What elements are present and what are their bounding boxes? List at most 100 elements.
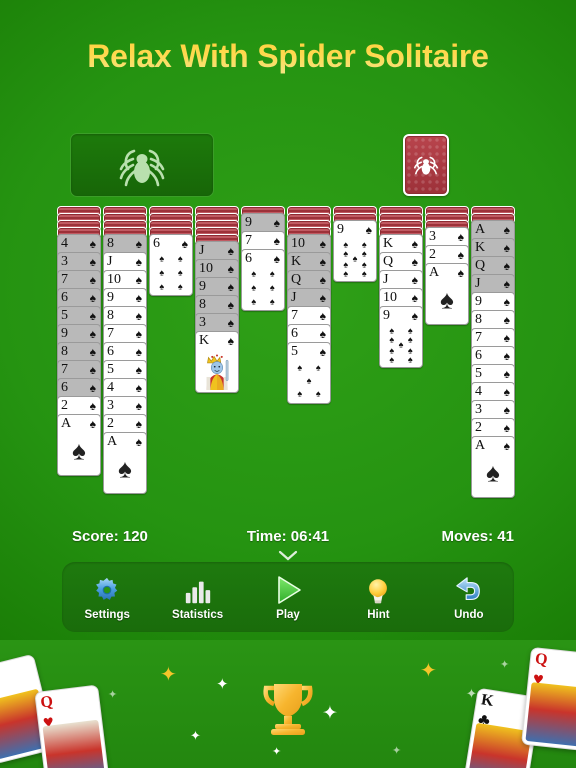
card-suit-icon: ♠ [135,417,142,431]
decor-card: Q ♥ [34,684,110,768]
card-suit-icon: ♠ [503,385,510,399]
card-pips: ♠ ♠ ♠ ♠ ♠ ♠ ♠ ♠ ♠ [389,325,413,365]
playing-card[interactable]: A ♠ ♠ [425,263,469,325]
tableau-column[interactable]: 8 ♠ J ♠ 10 ♠ 9 ♠ 8 ♠ 7 ♠ 6 ♠ 5 ♠ 4 ♠ 3 ♠ 2 ♠ A ♠ ♠ [103,206,147,494]
card-rank: 7 [475,330,482,345]
card-suit-icon: ♠ [89,291,96,305]
statistics-button[interactable]: Statistics [152,562,242,632]
card-rank: 6 [61,380,68,395]
card-pips: ♠ ♠ ♠ ♠ ♠ ♠ [251,268,275,307]
card-suit-icon: ♠ [319,237,326,251]
card-rank: 4 [107,380,114,395]
hint-button[interactable]: Hint [333,562,423,632]
card-suit-icon: ♠ [89,255,96,269]
sparkle-icon: ✦ [160,664,177,686]
card-suit-icon: ♠ [181,237,188,251]
playing-card[interactable]: 6 ♠ ♠ ♠ ♠ ♠ ♠ ♠ [149,234,193,296]
card-suit-icon: ♠ [503,421,510,435]
play-label: Play [276,608,300,621]
card-rank: 8 [107,236,114,251]
tableau-column[interactable]: 4 ♠ 3 ♠ 7 ♠ 6 ♠ 5 ♠ 9 ♠ 8 ♠ 7 ♠ 6 ♠ 2 ♠ A ♠ ♠ [57,206,101,476]
card-suit-icon: ♠ [89,309,96,323]
card-pips: ♠ ♠ ♠ ♠ ♠ ♠ ♠ ♠ ♠ [343,239,367,279]
card-rank: 2 [61,398,68,413]
tableau-column[interactable]: K ♠ Q ♠ J ♠ 10 ♠ 9 ♠ ♠ ♠ ♠ ♠ ♠ ♠ ♠ ♠ ♠ [379,206,423,368]
card-suit-icon: ♠ [503,331,510,345]
tableau-column[interactable]: 9 ♠ ♠ ♠ ♠ ♠ ♠ ♠ ♠ ♠ ♠ [333,206,377,282]
foundation-area[interactable] [70,133,214,197]
card-suit-icon: ♠ [319,255,326,269]
card-suit-icon: ♠ [135,381,142,395]
card-suit-icon: ♠ [411,291,418,305]
tableau-column[interactable]: A ♠ K ♠ Q ♠ J ♠ 9 ♠ 8 ♠ 7 ♠ 6 ♠ 5 ♠ 4 ♠ 3 ♠ 2 ♠ A ♠ ♠ [471,206,515,498]
card-rank: 9 [199,279,206,294]
card-rank: 9 [107,290,114,305]
hint-label: Hint [367,608,390,621]
card-rank: 3 [199,315,206,330]
card-rank: 9 [337,222,344,237]
card-suit-icon: ♠ [135,291,142,305]
card-suit-icon: ♠ [319,345,326,359]
playing-card[interactable]: 9 ♠ ♠ ♠ ♠ ♠ ♠ ♠ ♠ ♠ ♠ [379,306,423,368]
card-suit-icon: ♠ [503,367,510,381]
card-rank: 10 [383,290,397,305]
card-center-pip: ♠ [486,457,500,488]
card-suit-icon: ♠ [227,298,234,312]
sparkle-icon: ✦ [392,745,402,757]
playing-card[interactable]: 6 ♠ ♠ ♠ ♠ ♠ ♠ ♠ [241,249,285,311]
card-rank: 3 [429,229,436,244]
card-rank: A [61,416,72,431]
card-pips: ♠ ♠ ♠ ♠ ♠ ♠ [159,253,183,292]
card-suit-icon: ♠ [135,273,142,287]
card-suit-icon: ♠ [365,223,372,237]
playing-card[interactable]: A ♠ ♠ [471,436,515,498]
card-suit-icon: ♠ [135,345,142,359]
card-rank: 5 [107,362,114,377]
tableau-column[interactable]: 3 ♠ 2 ♠ A ♠ ♠ [425,206,469,325]
card-rank: 5 [61,308,68,323]
card-rank: 8 [199,297,206,312]
card-rank: 6 [107,344,114,359]
stock-pile[interactable] [403,134,449,196]
tableau-column[interactable]: 9 ♠ 7 ♠ 6 ♠ ♠ ♠ ♠ ♠ ♠ ♠ [241,206,285,311]
card-rank: J [107,254,113,269]
card-suit-icon: ♠ [319,327,326,341]
card-suit-icon: ♠ [457,248,464,262]
playing-card[interactable]: A ♠ ♠ [57,414,101,476]
tableau-column[interactable]: 6 ♠ ♠ ♠ ♠ ♠ ♠ ♠ [149,206,193,296]
card-suit-icon: ♠ [503,277,510,291]
card-rank: 6 [475,348,482,363]
card-rank: 9 [245,215,252,230]
playing-card[interactable]: 5 ♠ ♠ ♠ ♠ ♠ ♠ [287,342,331,404]
card-suit-icon: ♠ [503,241,510,255]
card-suit-icon: ♠ [135,435,142,449]
card-rank: 7 [107,326,114,341]
card-suit-icon: ♠ [503,295,510,309]
card-rank: K [383,236,394,251]
tableau-column[interactable]: 10 ♠ K ♠ Q ♠ J ♠ 7 ♠ 6 ♠ 5 ♠ ♠ ♠ ♠ ♠ ♠ [287,206,331,404]
game-screen: Relax With Spider Solitaire 4 ♠ 3 ♠ 7 ♠ … [0,0,576,768]
card-rank: 10 [199,261,213,276]
undo-label: Undo [454,608,484,621]
playing-card[interactable]: 9 ♠ ♠ ♠ ♠ ♠ ♠ ♠ ♠ ♠ ♠ [333,220,377,282]
undo-button[interactable]: Undo [424,562,514,632]
playing-card[interactable]: A ♠ ♠ [103,432,147,494]
card-rank: 4 [61,236,68,251]
settings-button[interactable]: Settings [62,562,152,632]
card-suit-icon: ♠ [89,327,96,341]
play-button[interactable]: Play [243,562,333,632]
playing-card[interactable]: K ♠ [195,331,239,393]
card-rank: 7 [61,272,68,287]
card-rank: 6 [153,236,160,251]
card-suit-icon: ♠ [135,327,142,341]
card-suit-icon: ♠ [227,262,234,276]
card-rank: Q [475,258,486,273]
card-rank: A [107,434,118,449]
card-rank: 7 [291,308,298,323]
bottom-toolbar: Settings Statistics Play Hint Undo [62,562,514,632]
tableau-column[interactable]: J ♠ 10 ♠ 9 ♠ 8 ♠ 3 ♠ K ♠ [195,206,239,393]
card-suit-icon: ♠ [503,313,510,327]
card-rank: 2 [475,420,482,435]
card-suit-icon: ♠ [135,255,142,269]
card-rank: 8 [475,312,482,327]
